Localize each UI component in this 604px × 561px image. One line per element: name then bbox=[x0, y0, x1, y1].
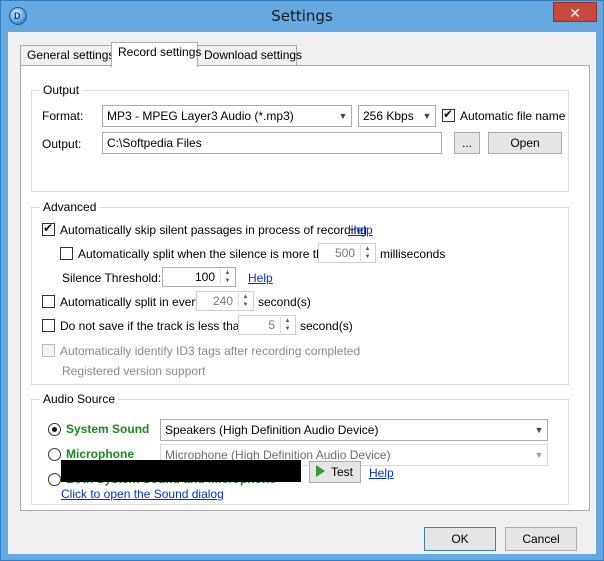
no-save-stepper[interactable]: 5 ▲ ▼ bbox=[238, 315, 296, 335]
bitrate-value: 256 Kbps bbox=[363, 109, 414, 123]
sound-dialog-link[interactable]: Click to open the Sound dialog bbox=[61, 487, 224, 501]
level-meter bbox=[61, 460, 301, 482]
output-path-field[interactable]: C:\Softpedia Files bbox=[102, 132, 442, 154]
tab-download-settings[interactable]: Download settings bbox=[197, 45, 302, 66]
split-silence-checkbox[interactable] bbox=[60, 247, 73, 260]
browse-button[interactable]: ... bbox=[454, 132, 480, 154]
spin-arrows-icon[interactable]: ▲ ▼ bbox=[220, 269, 234, 285]
skip-silent-checkbox[interactable] bbox=[42, 221, 55, 236]
system-sound-device-value: Speakers (High Definition Audio Device) bbox=[165, 423, 379, 437]
dialog-client: General settings Record settings Downloa… bbox=[8, 32, 596, 554]
output-group: Output Format: MP3 - MPEG Layer3 Audio (… bbox=[31, 83, 569, 192]
ok-button[interactable]: OK bbox=[424, 527, 496, 551]
split-silence-value: 500 bbox=[334, 246, 355, 260]
microphone-radio[interactable] bbox=[48, 448, 61, 461]
split-every-checkbox[interactable] bbox=[42, 295, 55, 308]
play-icon bbox=[316, 465, 325, 477]
cancel-button[interactable]: Cancel bbox=[505, 527, 577, 551]
test-help-link[interactable]: Help bbox=[369, 466, 394, 480]
advanced-group: Advanced Automatically skip silent passa… bbox=[31, 200, 569, 385]
output-group-label: Output bbox=[40, 83, 83, 97]
milliseconds-label: milliseconds bbox=[380, 247, 446, 261]
system-sound-device-dropdown[interactable]: Speakers (High Definition Audio Device) … bbox=[160, 419, 548, 441]
both-sources-radio[interactable] bbox=[48, 473, 61, 486]
format-value: MP3 - MPEG Layer3 Audio (*.mp3) bbox=[107, 109, 294, 123]
output-label: Output: bbox=[42, 137, 82, 151]
spin-arrows-icon[interactable]: ▲ ▼ bbox=[280, 317, 294, 333]
registered-note: Registered version support bbox=[62, 364, 206, 378]
split-silence-label[interactable]: Automatically split when the silence is … bbox=[78, 247, 336, 261]
split-silence-stepper[interactable]: 500 ▲ ▼ bbox=[318, 243, 376, 263]
window-title: Settings bbox=[271, 7, 333, 25]
no-save-seconds-label: second(s) bbox=[300, 319, 353, 333]
split-every-seconds-label: second(s) bbox=[258, 295, 311, 309]
chevron-down-icon: ▼ bbox=[422, 111, 432, 121]
split-every-stepper[interactable]: 240 ▲ ▼ bbox=[196, 291, 254, 311]
split-every-label[interactable]: Automatically split in every bbox=[60, 295, 201, 309]
spin-arrows-icon[interactable]: ▲ ▼ bbox=[360, 245, 374, 261]
format-dropdown[interactable]: MP3 - MPEG Layer3 Audio (*.mp3) ▼ bbox=[102, 105, 352, 127]
tab-general-settings[interactable]: General settings bbox=[20, 45, 114, 66]
silence-threshold-help-link[interactable]: Help bbox=[248, 271, 273, 285]
microphone-label[interactable]: Microphone bbox=[66, 447, 134, 461]
no-save-label[interactable]: Do not save if the track is less than bbox=[60, 319, 246, 333]
id3-label[interactable]: Automatically identify ID3 tags after re… bbox=[60, 344, 360, 358]
no-save-checkbox[interactable] bbox=[42, 319, 55, 332]
skip-silent-help-link[interactable]: Help bbox=[348, 223, 373, 237]
chevron-down-icon: ▼ bbox=[338, 111, 348, 121]
silence-threshold-value: 100 bbox=[194, 270, 215, 284]
settings-window: D Settings ✕ General settings Record set… bbox=[0, 0, 604, 561]
system-sound-radio[interactable] bbox=[48, 423, 61, 436]
no-save-value: 5 bbox=[268, 318, 275, 332]
audio-source-group-label: Audio Source bbox=[40, 392, 119, 406]
close-icon: ✕ bbox=[569, 5, 581, 21]
skip-silent-label[interactable]: Automatically skip silent passages in pr… bbox=[60, 223, 367, 237]
spin-arrows-icon[interactable]: ▲ ▼ bbox=[238, 293, 252, 309]
tab-record-settings[interactable]: Record settings bbox=[111, 42, 201, 67]
record-settings-panel: Output Format: MP3 - MPEG Layer3 Audio (… bbox=[20, 65, 590, 511]
silence-threshold-stepper[interactable]: 100 ▲ ▼ bbox=[162, 267, 236, 287]
silence-threshold-label: Silence Threshold: bbox=[62, 271, 162, 285]
system-sound-label[interactable]: System Sound bbox=[66, 422, 149, 436]
chevron-down-icon: ▼ bbox=[534, 450, 544, 460]
test-button[interactable]: Test bbox=[309, 461, 361, 483]
id3-checkbox[interactable] bbox=[42, 344, 55, 357]
bitrate-dropdown[interactable]: 256 Kbps ▼ bbox=[358, 105, 436, 127]
close-button[interactable]: ✕ bbox=[553, 2, 597, 22]
format-label: Format: bbox=[42, 109, 84, 123]
open-button[interactable]: Open bbox=[488, 132, 562, 154]
title-bar[interactable]: D Settings ✕ bbox=[1, 1, 603, 32]
auto-filename-checkbox[interactable] bbox=[442, 107, 455, 122]
test-label: Test bbox=[331, 465, 354, 479]
advanced-group-label: Advanced bbox=[40, 200, 100, 214]
auto-filename-label[interactable]: Automatic file name bbox=[460, 109, 565, 123]
chevron-down-icon: ▼ bbox=[534, 425, 544, 435]
split-every-value: 240 bbox=[212, 294, 233, 308]
